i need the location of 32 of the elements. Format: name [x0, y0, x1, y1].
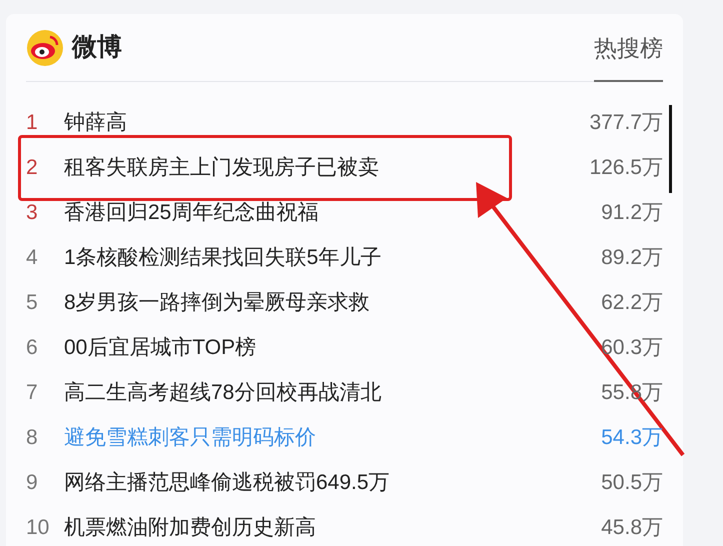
- topic-link[interactable]: 1条核酸检测结果找回失联5年儿子: [64, 242, 602, 274]
- topic-link[interactable]: 8岁男孩一路摔倒为晕厥母亲求救: [64, 286, 602, 318]
- weibo-logo-icon: [26, 28, 64, 66]
- heat-count: 91.2万: [601, 200, 663, 226]
- topic-link[interactable]: 机票燃油附加费创历史新高: [64, 512, 602, 544]
- heat-count: 62.2万: [601, 290, 663, 316]
- rank-number: 3: [26, 200, 39, 226]
- rank-number: 7: [26, 380, 39, 406]
- rank-number: 2: [26, 154, 39, 181]
- heat-count: 50.5万: [601, 470, 663, 496]
- rank-number: 4: [26, 244, 39, 271]
- rank-number: 5: [26, 290, 39, 316]
- heat-count: 54.3万: [601, 424, 663, 451]
- topic-link[interactable]: 租客失联房主上门发现房子已被卖: [64, 152, 590, 184]
- topic-link[interactable]: 00后宜居城市TOP榜: [64, 332, 602, 364]
- heat-count: 60.3万: [601, 334, 663, 361]
- heat-count: 377.7万: [589, 110, 663, 136]
- rank-number: 1: [26, 110, 39, 136]
- heat-count: 89.2万: [601, 244, 663, 271]
- rank-number: 10: [26, 514, 50, 541]
- topic-link[interactable]: 钟薛高: [64, 106, 590, 138]
- topic-link[interactable]: 香港回归25周年纪念曲祝福: [64, 196, 602, 228]
- topic-link[interactable]: 网络主播范思峰偷逃税被罚649.5万: [64, 466, 602, 498]
- rank-number: 9: [26, 470, 39, 496]
- rank-number: 8: [26, 424, 39, 451]
- hot-search-tab[interactable]: 热搜榜: [594, 14, 663, 82]
- heat-count: 45.8万: [601, 514, 663, 541]
- scrollbar-thumb[interactable]: [669, 105, 672, 193]
- heat-count: 126.5万: [589, 154, 663, 181]
- brand-name: 微博: [72, 32, 122, 63]
- rank-number: 6: [26, 334, 39, 361]
- topic-link[interactable]: 高二生高考超线78分回校再战清北: [64, 376, 602, 408]
